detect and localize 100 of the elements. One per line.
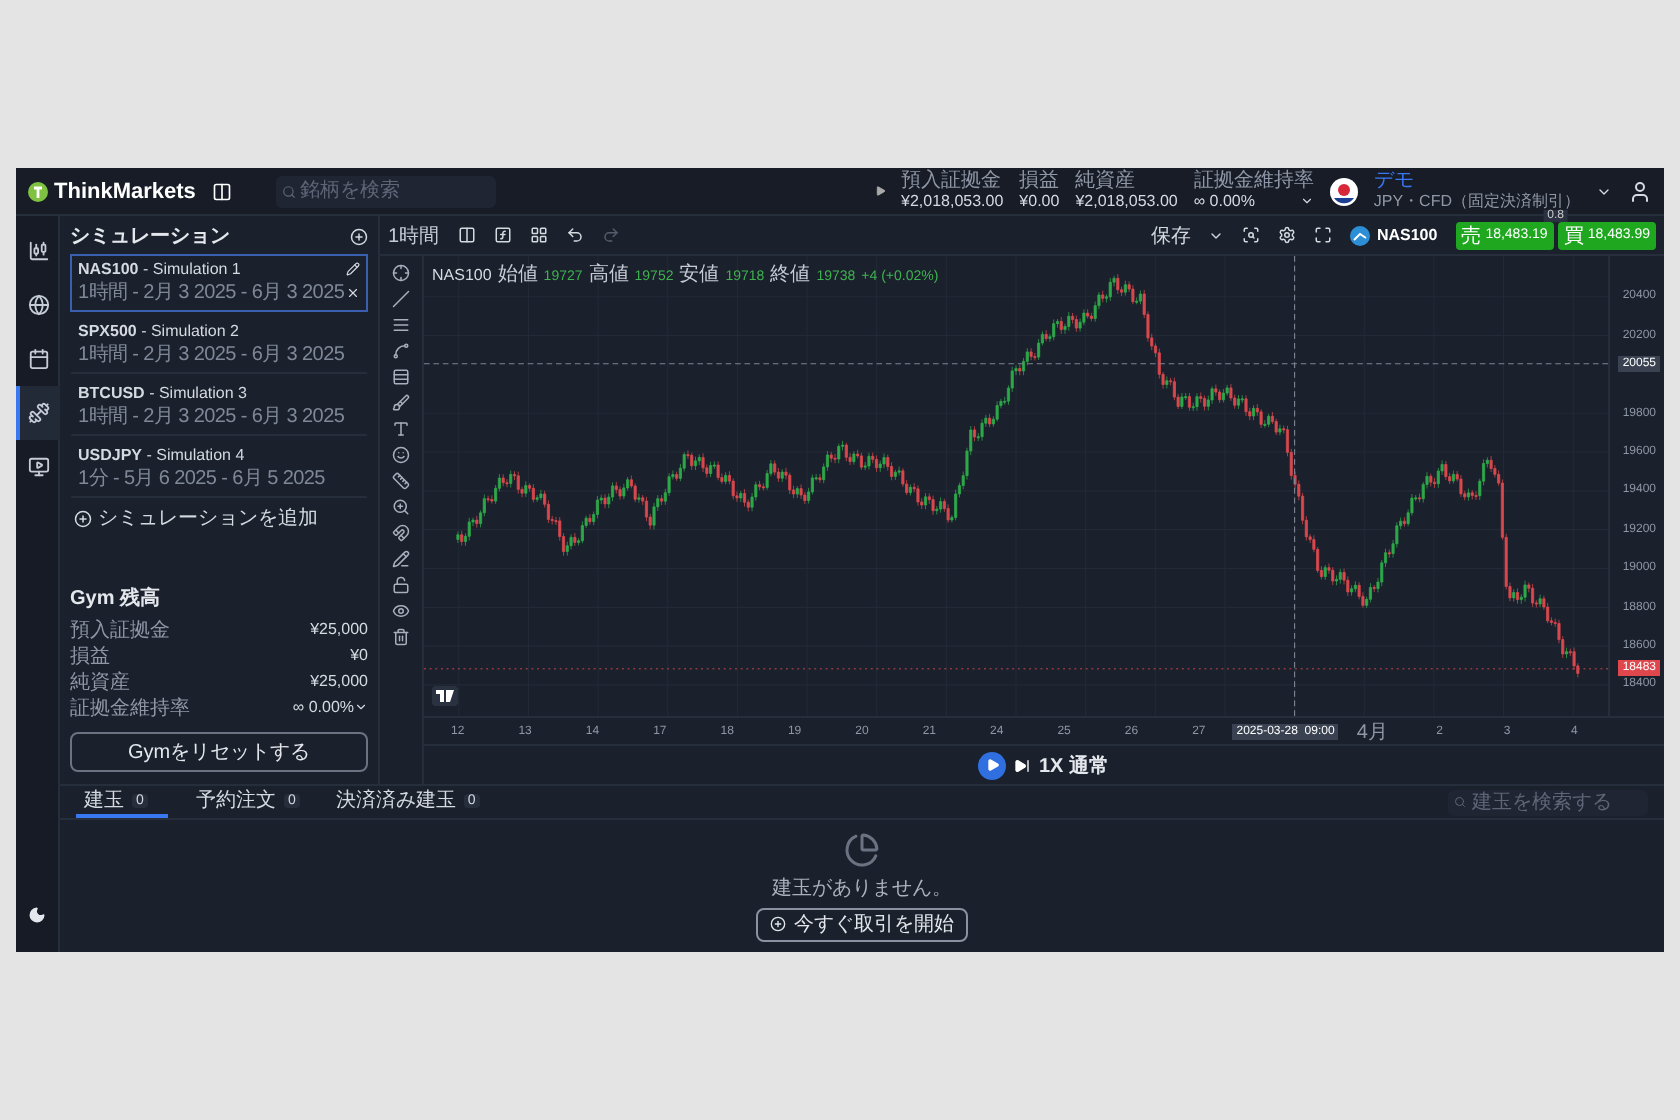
flag-icon [1329,177,1358,205]
search-icon [1454,796,1466,808]
time-label: 4月 [1354,719,1390,747]
indicator-icon[interactable] [493,226,512,244]
calendar-icon [28,348,50,370]
stat-label: 証拠金維持率 [1193,172,1314,192]
panel-title: シミュレーション [70,224,230,250]
tool-button[interactable] [392,290,410,308]
magnet-icon [392,524,410,542]
symbol-icon [1350,225,1371,245]
user-icon[interactable] [1628,179,1652,203]
interval-button[interactable]: 1時間 [388,221,440,249]
legend-label: 終値 [770,262,811,288]
gym-label: 証拠金維持率 [70,695,190,721]
stat-value: ∞ 0.00% [1193,194,1255,210]
tool-button[interactable] [392,524,410,542]
gym-label: 純資産 [70,669,130,695]
simulation-item[interactable]: NAS100 - Simulation 1 1時間 - 2月 3 2025 - 6月 3 2025 [70,254,368,312]
pattern-icon [392,342,410,360]
simulation-item[interactable]: BTCUSD - Simulation 3 1時間 - 2月 3 2025 - 6月 3 2025 [70,378,368,436]
play-button[interactable] [978,751,1007,779]
stat-value: ¥2,018,053.00 [1075,194,1178,210]
speed-button[interactable]: 1X 通常 [1038,751,1109,779]
tool-button[interactable] [392,446,410,464]
tool-button[interactable] [392,472,410,490]
tool-button[interactable] [392,602,410,620]
brush-icon [392,394,410,412]
parallel-lines-icon [392,316,410,334]
zoom-in-icon [392,498,410,516]
globe-icon [28,294,50,316]
tool-button[interactable] [392,394,410,412]
dumbbell-icon [28,402,50,424]
account-detail: JPY・CFD（固定決済制引） [1373,194,1580,210]
theme-button[interactable] [28,906,46,924]
add-simulation-link[interactable]: シミュレーションを追加 [70,498,368,538]
text-icon [392,420,410,438]
tool-button[interactable] [392,316,410,334]
tool-button[interactable] [392,628,410,646]
reset-button[interactable]: Gymをリセットする [70,732,368,772]
play-icon [985,758,1000,772]
edit-icon[interactable] [346,262,360,276]
pencil-icon [392,550,410,568]
legend-label: 始値 [497,262,538,288]
undo-icon[interactable] [565,226,584,244]
stat-value: ¥2,018,053.00 [901,194,1004,210]
layout-icon[interactable] [529,226,548,244]
add-icon[interactable] [350,227,368,245]
add-icon [770,916,786,932]
start-trading-button[interactable]: 今すぐ取引を開始 [756,907,968,941]
stat-value: ¥0.00 [1019,194,1060,210]
legend-label: 安値 [679,261,720,288]
save-button[interactable]: 保存 [1150,221,1191,249]
legend-symbol: NAS100 [432,266,492,284]
trend-line-icon [392,290,410,308]
crosshair-icon [392,264,410,282]
chart-icon [28,240,50,262]
search-icon [281,184,296,198]
add-icon [74,509,92,527]
step-forward-icon[interactable] [1014,757,1031,773]
close-icon[interactable] [346,285,360,299]
tool-button[interactable] [392,576,410,594]
fullscreen-icon[interactable] [1314,226,1333,244]
legend-label: 高値 [588,261,629,288]
simulation-name: USDJPY - Simulation 4 [78,446,245,464]
logo[interactable]: ThinkMarkets [28,179,196,203]
gym-value: ¥25,000 [310,620,368,638]
gym-value: ∞ 0.00% [292,698,354,716]
gym-label: 預入証拠金 [70,617,170,643]
simulation-name: BTCUSD - Simulation 3 [78,384,247,402]
tool-button[interactable] [392,264,410,282]
settings-icon[interactable] [1278,226,1297,244]
eye-icon [392,602,410,620]
gym-value: ¥25,000 [310,672,368,690]
redo-icon[interactable] [601,226,620,244]
tool-button[interactable] [392,550,410,568]
simulation-name: NAS100 - Simulation 1 [78,260,241,278]
simulation-range: 1時間 - 2月 3 2025 - 6月 3 2025 [78,403,345,430]
search-field[interactable]: 銘柄を検索 [275,175,496,207]
gym-label: 損益 [70,643,110,669]
simulation-item[interactable]: USDJPY - Simulation 4 1分 - 5月 6 2025 - 6月 5 2025 [70,440,368,498]
expand-icon [875,186,885,196]
gym-value: ¥0 [350,646,368,664]
simulation-name: SPX500 - Simulation 2 [78,322,239,340]
fibonacci-icon [392,368,410,386]
simulation-item[interactable]: SPX500 - Simulation 2 1時間 - 2月 3 2025 - 6月 3 2025 [70,316,368,374]
tool-button[interactable] [392,498,410,516]
chevron-down-icon [354,700,368,714]
nav-button[interactable] [16,386,59,440]
tool-button[interactable] [392,368,410,386]
snapshot-icon[interactable] [1242,226,1261,244]
tool-button[interactable] [392,420,410,438]
ruler-icon [392,472,410,490]
tool-button[interactable] [392,342,410,360]
stat-label: 預入証拠金 [901,172,1003,192]
gym-title: Gym 残高 [70,584,163,612]
chevron-down-icon [1299,194,1314,208]
account-name: デモ [1373,172,1416,192]
trash-icon [392,628,410,646]
simulation-range: 1時間 - 2月 3 2025 - 6月 3 2025 [78,341,345,368]
position-search-field[interactable]: 建玉を検索する [1448,789,1648,815]
